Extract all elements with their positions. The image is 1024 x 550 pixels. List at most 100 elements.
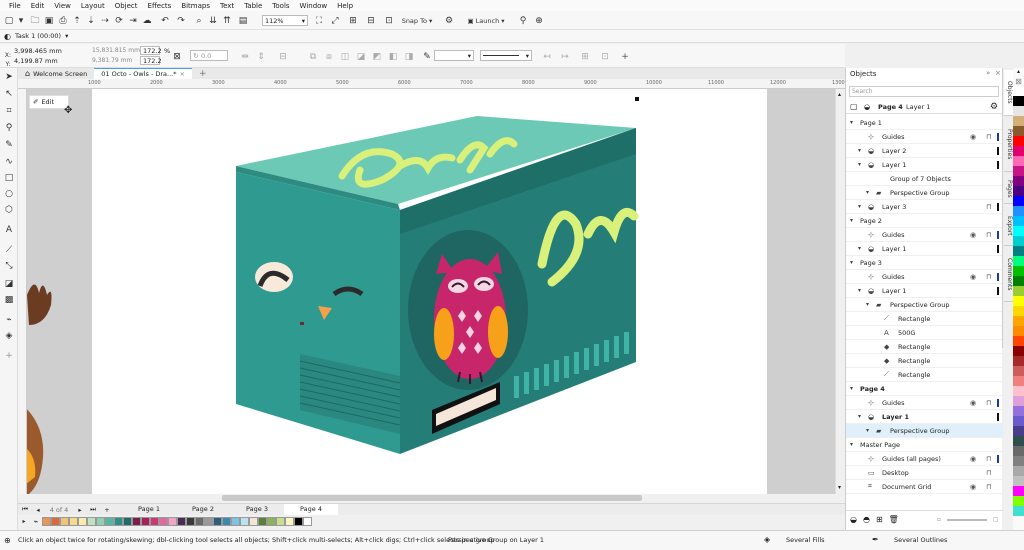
add-tool-icon[interactable]: + bbox=[3, 350, 15, 362]
menu-item-object[interactable]: Object bbox=[110, 2, 143, 10]
interactive-fill-icon[interactable]: ◈ bbox=[3, 330, 15, 342]
expand-chevron-icon[interactable]: ▾ bbox=[850, 259, 853, 266]
object-row[interactable]: ▾ Page 2 bbox=[846, 214, 1003, 228]
document-color-swatch[interactable] bbox=[159, 516, 168, 526]
document-color-swatch[interactable] bbox=[96, 516, 105, 526]
intersect-icon[interactable]: ◨ bbox=[404, 50, 414, 63]
show-guides-icon[interactable]: ⊡ bbox=[384, 14, 394, 27]
object-row[interactable]: ▾ ◒ Layer 2 bbox=[846, 144, 1003, 158]
eyedropper-palette-icon[interactable]: ⌁ bbox=[30, 517, 42, 526]
horizontal-scrollbar[interactable] bbox=[27, 494, 835, 503]
object-row[interactable]: ⟋ Rectangle bbox=[846, 368, 1003, 382]
palette-color-swatch[interactable] bbox=[1013, 146, 1024, 156]
palette-color-swatch[interactable] bbox=[1013, 246, 1024, 256]
combine-icon[interactable]: ◫ bbox=[340, 50, 350, 63]
scroll-up-icon[interactable]: ▴ bbox=[838, 91, 841, 98]
expand-chevron-icon[interactable]: ▾ bbox=[850, 441, 853, 448]
object-row[interactable]: ▾ Page 3 bbox=[846, 256, 1003, 270]
home-tab[interactable]: ⌂ Welcome Screen bbox=[18, 68, 95, 79]
export-file-icon[interactable]: ⇈ bbox=[222, 14, 232, 27]
document-color-swatch[interactable] bbox=[51, 516, 60, 526]
chevron-down-icon[interactable]: ▾ bbox=[65, 32, 68, 40]
document-color-swatch[interactable] bbox=[249, 516, 258, 526]
object-row[interactable]: ▾ ◒ Layer 1 bbox=[846, 284, 1003, 298]
last-page-icon[interactable]: ⏭ bbox=[86, 505, 100, 514]
scale-y-field[interactable]: 172.2 bbox=[140, 56, 162, 65]
save-icon[interactable]: ▣ bbox=[44, 14, 54, 27]
no-color-swatch[interactable]: ⊠ bbox=[1013, 76, 1024, 86]
eyedropper-icon[interactable]: ⌁ bbox=[3, 314, 15, 326]
snap-to-dropdown[interactable]: Snap To ▾ bbox=[400, 14, 434, 27]
height-field[interactable]: 9,381.79 mm bbox=[92, 57, 132, 64]
artistic-media-icon[interactable]: ∿ bbox=[3, 156, 15, 168]
lens-icon[interactable]: ⚲ bbox=[518, 14, 528, 27]
document-color-swatch[interactable] bbox=[222, 516, 231, 526]
document-color-swatch[interactable] bbox=[195, 516, 204, 526]
new-document-icon[interactable]: ▢ bbox=[4, 14, 14, 27]
page-tab-1[interactable]: Page 1 bbox=[122, 504, 176, 515]
document-color-swatch[interactable] bbox=[204, 516, 213, 526]
drawing-canvas[interactable]: ✐ Edit ✥ bbox=[27, 89, 835, 494]
palette-menu-icon[interactable]: ▸ bbox=[18, 518, 30, 525]
visibility-eye-icon[interactable]: ◉ bbox=[970, 273, 976, 281]
object-row[interactable]: Group of 7 Objects bbox=[846, 172, 1003, 186]
new-layer-icon[interactable]: ◒ bbox=[850, 515, 857, 524]
menu-item-bitmaps[interactable]: Bitmaps bbox=[176, 2, 215, 10]
y-position-field[interactable]: 4,199.87 mm bbox=[14, 57, 58, 65]
palette-color-swatch[interactable] bbox=[1013, 506, 1024, 516]
zoom-tool-icon[interactable]: ⚲ bbox=[3, 122, 15, 134]
document-color-swatch[interactable] bbox=[123, 516, 132, 526]
document-color-swatch[interactable] bbox=[78, 516, 87, 526]
magnify-icon[interactable]: ⊕ bbox=[534, 14, 544, 27]
palette-color-swatch[interactable] bbox=[1013, 436, 1024, 446]
document-color-swatch[interactable] bbox=[186, 516, 195, 526]
lock-icon[interactable]: ⊓ bbox=[986, 469, 991, 477]
menu-item-tools[interactable]: Tools bbox=[267, 2, 294, 10]
outline-pen-icon[interactable]: ✒ bbox=[872, 535, 879, 544]
document-color-swatch[interactable] bbox=[114, 516, 123, 526]
vertical-scrollbar[interactable]: ▴ ▾ bbox=[835, 89, 845, 494]
palette-color-swatch[interactable] bbox=[1013, 176, 1024, 186]
expand-chevron-icon[interactable]: ▾ bbox=[866, 301, 869, 308]
visibility-eye-icon[interactable]: ◉ bbox=[970, 483, 976, 491]
outline-color-field[interactable]: ▾ bbox=[434, 50, 474, 61]
toggle-icon[interactable]: ◐ bbox=[4, 32, 11, 41]
palette-color-swatch[interactable] bbox=[1013, 296, 1024, 306]
import-file-icon[interactable]: ⇊ bbox=[208, 14, 218, 27]
palette-color-swatch[interactable] bbox=[1013, 406, 1024, 416]
visibility-eye-icon[interactable]: ◉ bbox=[970, 455, 976, 463]
horizontal-scroll-thumb[interactable] bbox=[222, 495, 642, 501]
document-color-swatch[interactable] bbox=[150, 516, 159, 526]
palette-color-swatch[interactable] bbox=[1013, 496, 1024, 506]
palette-color-swatch[interactable] bbox=[1013, 206, 1024, 216]
palette-color-swatch[interactable] bbox=[1013, 106, 1024, 116]
zoom-in-small-icon[interactable]: ▢ bbox=[993, 516, 999, 523]
first-page-icon[interactable]: ⏮ bbox=[18, 505, 32, 514]
status-fill[interactable]: Several Fills bbox=[786, 536, 825, 544]
weld-icon[interactable]: ◩ bbox=[372, 50, 382, 63]
expand-chevron-icon[interactable]: ▾ bbox=[858, 203, 861, 210]
x-position-field[interactable]: 3,998.465 mm bbox=[14, 47, 62, 55]
export-icon[interactable]: ⇢ bbox=[100, 14, 110, 27]
task-label[interactable]: Task 1 (00:00) bbox=[15, 32, 61, 40]
new-tab-button[interactable]: + bbox=[192, 68, 214, 79]
palette-color-swatch[interactable] bbox=[1013, 186, 1024, 196]
download-icon[interactable]: ⇣ bbox=[86, 14, 96, 27]
palette-color-swatch[interactable] bbox=[1013, 386, 1024, 396]
palette-color-swatch[interactable] bbox=[1013, 416, 1024, 426]
palette-color-swatch[interactable] bbox=[1013, 256, 1024, 266]
prev-page-icon[interactable]: ◂ bbox=[32, 506, 44, 514]
menu-item-edit[interactable]: Edit bbox=[26, 2, 50, 10]
menu-item-file[interactable]: File bbox=[4, 2, 26, 10]
menu-item-window[interactable]: Window bbox=[295, 2, 333, 10]
visibility-eye-icon[interactable]: ◉ bbox=[970, 399, 976, 407]
upload-icon[interactable]: ⇡ bbox=[72, 14, 82, 27]
add-icon[interactable]: + bbox=[620, 50, 630, 63]
lock-object-icon[interactable]: ⊟ bbox=[278, 50, 288, 63]
lock-icon[interactable]: ⊓ bbox=[986, 133, 991, 141]
palette-color-swatch[interactable] bbox=[1013, 96, 1024, 106]
menu-item-text[interactable]: Text bbox=[215, 2, 239, 10]
redo-icon[interactable]: ↷ bbox=[176, 14, 186, 27]
document-color-swatch[interactable] bbox=[240, 516, 249, 526]
palette-color-swatch[interactable] bbox=[1013, 356, 1024, 366]
